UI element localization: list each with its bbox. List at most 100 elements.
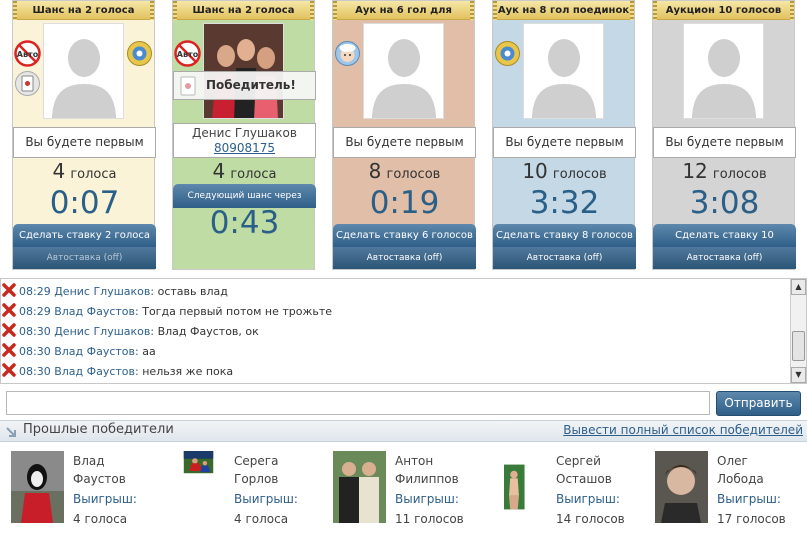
- chat-message: 08:29 Денис Глушаков: оставь влад: [1, 282, 228, 302]
- status-text: Вы будете первым: [653, 127, 796, 158]
- past-winner-card: Сергей Осташов Выигрыш: 14 голосов: [504, 451, 654, 531]
- auction-title: Аук на 6 гол для новичков: [333, 1, 474, 35]
- full-winners-list-link[interactable]: Вывести полный список победителей: [563, 423, 803, 437]
- votes-count: 12 голосов: [682, 159, 767, 183]
- winner-last-name[interactable]: Лобода: [717, 470, 764, 488]
- svg-text:Авто: Авто: [17, 50, 39, 59]
- auction-card-1: Шанс на 2 голоса Авто Вы будете первым 4…: [12, 0, 156, 270]
- coin-icon: [127, 41, 152, 66]
- card-icon: [15, 71, 40, 96]
- auto-bid-toggle[interactable]: Автоставка (off): [333, 247, 476, 269]
- winnings-value: 17 голосов: [717, 512, 786, 526]
- chat-message: 08:29 Влад Фаустов: Тогда первый потом н…: [1, 302, 332, 322]
- card-icon: [180, 76, 196, 96]
- chat-scrollbar[interactable]: ▲ ▼: [790, 279, 806, 383]
- winner-id-link[interactable]: 80908175: [174, 141, 315, 156]
- countdown-timer: 0:19: [369, 185, 440, 221]
- winnings-value: 4 голоса: [234, 512, 289, 526]
- newbie-icon: [335, 41, 360, 66]
- delete-x-icon[interactable]: [1, 362, 17, 378]
- chat-panel: 08:29 Денис Глушаков: оставь влад 08:29 …: [0, 278, 807, 384]
- winnings-value: 4 голоса: [73, 512, 128, 526]
- avatar-placeholder: [523, 23, 604, 119]
- send-button[interactable]: Отправить: [716, 391, 801, 416]
- coin-icon: [495, 41, 520, 66]
- chat-author[interactable]: Влад Фаустов: [54, 365, 135, 378]
- chat-message: 08:30 Денис Глушаков: Влад Фаустов, ок: [1, 322, 259, 342]
- delete-x-icon[interactable]: [1, 282, 17, 298]
- chat-author[interactable]: Денис Глушаков: [54, 285, 150, 298]
- winner-info: Денис Глушаков 80908175: [173, 123, 316, 158]
- winner-first-name[interactable]: Антон: [395, 452, 433, 470]
- countdown-timer: 3:08: [689, 185, 760, 221]
- place-bid-button[interactable]: Сделать ставку 10 голосов: [653, 224, 796, 264]
- winner-label: Победитель!: [206, 78, 296, 92]
- past-winner-card: Серега Горлов Выигрыш: 4 голоса: [172, 451, 322, 531]
- winner-first-name[interactable]: Олег: [717, 452, 748, 470]
- votes-count: 4 голоса: [52, 159, 117, 183]
- countdown-timer: 3:32: [529, 185, 600, 221]
- winner-avatar[interactable]: [333, 451, 386, 523]
- delete-x-icon[interactable]: [1, 342, 17, 358]
- winner-avatar[interactable]: [504, 451, 537, 523]
- auction-card-5: Аукцион 10 голосов Вы будете первым 12 г…: [652, 0, 796, 270]
- countdown-timer: 0:07: [49, 185, 120, 221]
- auction-card-2: Шанс на 2 голоса Авто Победитель! Денис …: [172, 0, 316, 270]
- auction-title: Шанс на 2 голоса: [173, 1, 314, 20]
- auto-bid-toggle[interactable]: Автоставка (off): [13, 247, 156, 269]
- winnings-label: Выигрыш:: [234, 492, 298, 506]
- winner-name: Денис Глушаков: [192, 126, 297, 140]
- winner-avatar[interactable]: [11, 451, 64, 523]
- winnings-label: Выигрыш:: [556, 492, 620, 506]
- winner-first-name[interactable]: Влад: [73, 452, 105, 470]
- winnings-value: 11 голосов: [395, 512, 464, 526]
- place-bid-button[interactable]: Сделать ставку 8 голосов: [493, 224, 636, 247]
- no-auto-icon: Авто: [14, 40, 41, 67]
- winner-last-name[interactable]: Горлов: [234, 470, 278, 488]
- past-winners-title: Прошлые победители: [23, 422, 174, 437]
- place-bid-button[interactable]: Сделать ставку 2 голоса: [13, 224, 156, 247]
- winner-first-name[interactable]: Серега: [234, 452, 278, 470]
- svg-text:Авто: Авто: [177, 50, 199, 59]
- votes-count: 8 голосов: [368, 159, 441, 183]
- winner-first-name[interactable]: Сергей: [556, 452, 601, 470]
- delete-x-icon[interactable]: [1, 302, 17, 318]
- winner-last-name[interactable]: Фаустов: [73, 470, 126, 488]
- auto-bid-toggle[interactable]: Автоставка (off): [653, 247, 796, 269]
- past-winner-card: Олег Лобода Выигрыш: 17 голосов: [655, 451, 805, 531]
- chat-input[interactable]: [6, 391, 710, 415]
- arrow-down-right-icon: [6, 427, 16, 437]
- winnings-label: Выигрыш:: [73, 492, 137, 506]
- votes-count: 10 голосов: [522, 159, 607, 183]
- delete-x-icon[interactable]: [1, 322, 17, 338]
- chat-author[interactable]: Денис Глушаков: [54, 325, 150, 338]
- auction-card-4: Аук на 8 гол поединок Вы будете первым 1…: [492, 0, 636, 270]
- winnings-value: 14 голосов: [556, 512, 625, 526]
- countdown-timer: 0:43: [209, 205, 280, 241]
- auction-card-3: Аук на 6 гол для новичков Вы будете перв…: [332, 0, 476, 270]
- chat-author[interactable]: Влад Фаустов: [54, 305, 135, 318]
- winner-last-name[interactable]: Филиппов: [395, 470, 459, 488]
- winner-avatar[interactable]: [172, 451, 225, 491]
- auction-title: Шанс на 2 голоса: [13, 1, 154, 20]
- chat-message: 08:30 Влад Фаустов: аа: [1, 342, 156, 362]
- scroll-up-icon[interactable]: ▲: [791, 279, 806, 295]
- votes-count: 4 голоса: [212, 159, 277, 183]
- winner-avatar[interactable]: [655, 451, 708, 523]
- no-auto-icon: Авто: [174, 40, 201, 67]
- place-bid-button[interactable]: Сделать ставку 6 голосов: [333, 224, 476, 247]
- auto-bid-toggle[interactable]: Автоставка (off): [493, 247, 636, 269]
- scroll-down-icon[interactable]: ▼: [791, 367, 806, 383]
- winnings-label: Выигрыш:: [717, 492, 781, 506]
- winnings-label: Выигрыш:: [395, 492, 459, 506]
- scroll-thumb[interactable]: [792, 331, 805, 361]
- past-winner-card: Антон Филиппов Выигрыш: 11 голосов: [333, 451, 483, 531]
- past-winner-card: Влад Фаустов Выигрыш: 4 голоса: [11, 451, 161, 531]
- status-text: Вы будете первым: [333, 127, 476, 158]
- avatar-placeholder: [363, 23, 444, 119]
- status-text: Вы будете первым: [13, 127, 156, 158]
- winner-last-name[interactable]: Осташов: [556, 470, 612, 488]
- avatar-placeholder: [43, 23, 124, 119]
- chat-author[interactable]: Влад Фаустов: [54, 345, 135, 358]
- auction-title: Аук на 8 гол поединок: [493, 1, 634, 20]
